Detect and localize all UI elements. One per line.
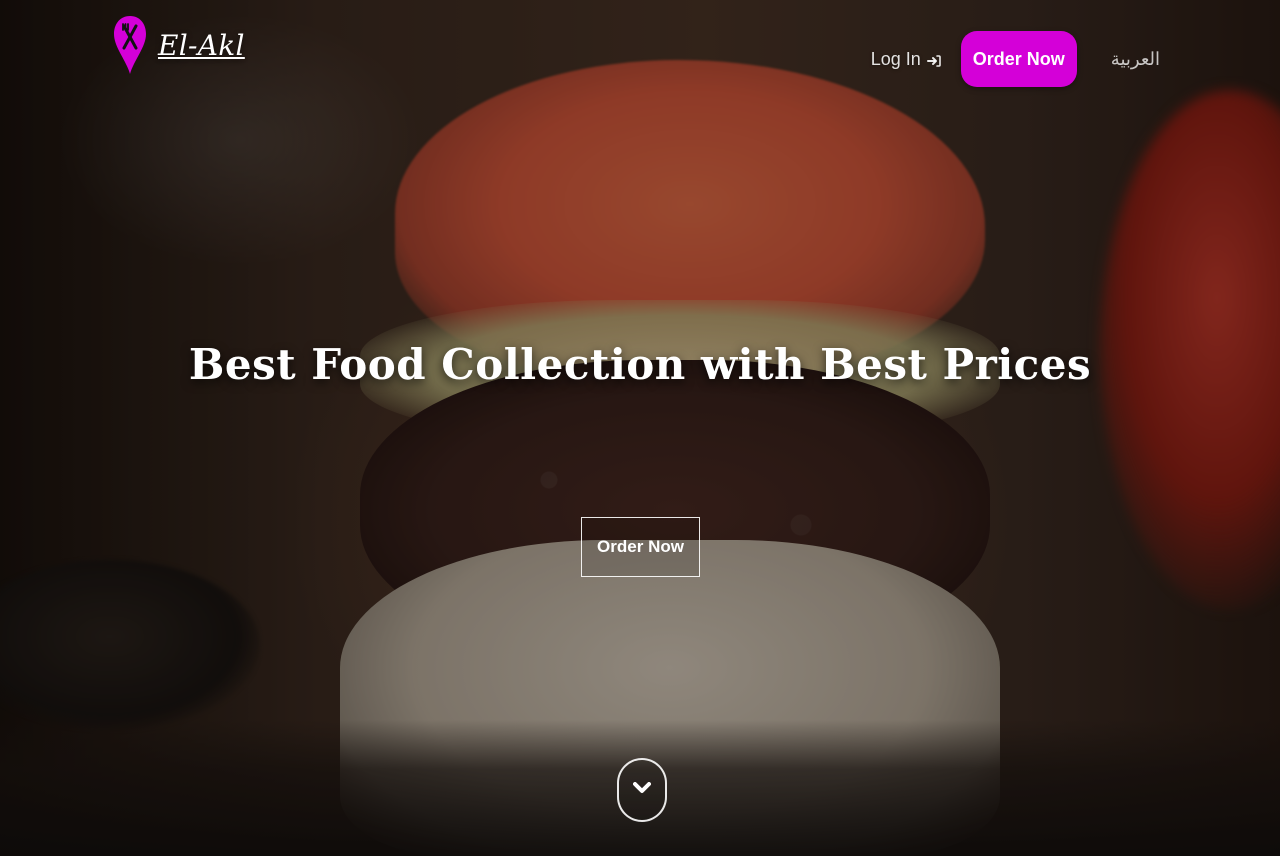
scroll-down-button[interactable] [617, 758, 667, 822]
login-link[interactable]: Log In [865, 39, 947, 80]
chevron-down-icon [633, 781, 651, 799]
order-now-nav-button[interactable]: Order Now [960, 31, 1077, 87]
hero-background-image [0, 0, 1280, 856]
hero-order-now-button[interactable]: Order Now [581, 517, 700, 577]
hero-headline: Best Food Collection with Best Prices [188, 340, 1092, 389]
brand-name: El-Akl [158, 28, 245, 62]
sign-in-arrow-icon [926, 52, 941, 67]
login-label: Log In [870, 48, 921, 69]
map-pin-fork-knife-icon [112, 14, 148, 76]
hero-section: El-Akl Log In Order Now العربية Best Foo… [0, 0, 1280, 856]
top-nav: Log In Order Now العربية [865, 31, 1160, 87]
language-switch-arabic[interactable]: العربية [1091, 39, 1160, 80]
brand-logo-link[interactable]: El-Akl [112, 14, 245, 76]
